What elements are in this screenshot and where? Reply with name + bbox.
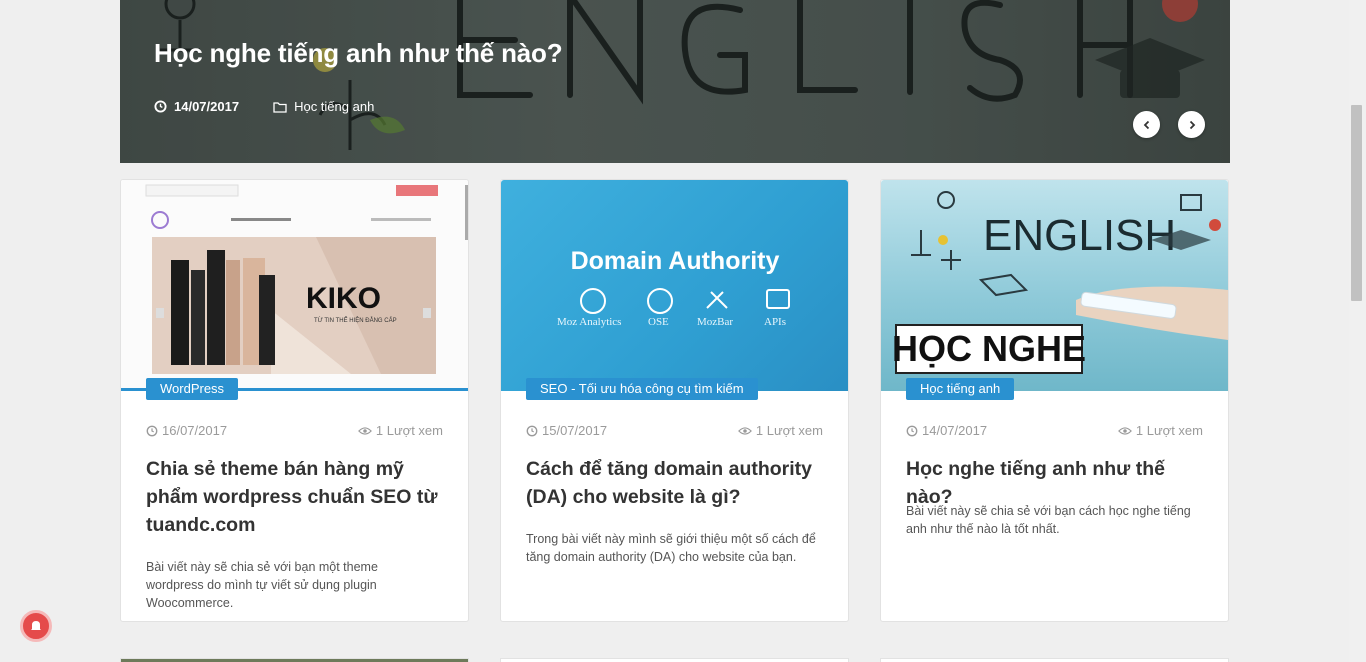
hero-date-text: 14/07/2017: [174, 99, 240, 114]
post-views: 1 Lượt xem: [737, 423, 823, 438]
post-thumbnail[interactable]: KIKO TỪ TIN THỂ HIỆN ĐẲNG CẤP: [121, 180, 468, 391]
scrollbar-thumb[interactable]: [1351, 105, 1362, 301]
next-post-card[interactable]: [880, 658, 1229, 662]
post-title[interactable]: Cách để tăng domain authority (DA) cho w…: [526, 455, 826, 511]
post-date-text: 15/07/2017: [542, 423, 608, 438]
post-card[interactable]: ENGLISH HỌC NGHE Học tiếng anh 14/07/201…: [880, 179, 1229, 622]
post-meta: 14/07/2017 1 Lượt xem: [906, 423, 1203, 438]
page-scrollbar[interactable]: [1349, 0, 1366, 662]
category-badge[interactable]: WordPress: [146, 378, 239, 400]
post-views: 1 Lượt xem: [357, 423, 443, 438]
eye-icon: [1117, 426, 1132, 435]
hero-meta: 14/07/2017 Học tiếng anh: [154, 99, 408, 114]
hero-category[interactable]: Học tiếng anh: [273, 99, 374, 114]
hero-title[interactable]: Học nghe tiếng anh như thế nào?: [154, 38, 563, 69]
chevron-right-icon: [1189, 120, 1195, 129]
post-excerpt: Bài viết này sẽ chia sẻ với bạn cách học…: [906, 504, 1191, 536]
post-views-text: 1 Lượt xem: [755, 423, 823, 438]
svg-text:ENGLISH: ENGLISH: [983, 211, 1176, 260]
post-date: 16/07/2017: [146, 423, 227, 438]
tool-label: MozBar: [697, 316, 734, 328]
clock-icon: [906, 425, 918, 436]
notification-bell-button[interactable]: [20, 610, 52, 642]
post-views-text: 1 Lượt xem: [375, 423, 443, 438]
featured-slider[interactable]: Học nghe tiếng anh như thế nào? 14/07/20…: [120, 0, 1230, 163]
bell-icon: [31, 621, 41, 631]
tool-label: OSE: [648, 316, 669, 328]
tool-label: APIs: [764, 316, 787, 328]
post-excerpt: Bài viết này sẽ chia sẻ với bạn một them…: [146, 560, 378, 610]
post-meta: 15/07/2017 1 Lượt xem: [526, 423, 823, 438]
next-post-card[interactable]: [120, 658, 469, 662]
folder-icon: [273, 101, 287, 113]
svg-text:HỌC NGHE: HỌC NGHE: [892, 328, 1086, 369]
post-date: 14/07/2017: [906, 423, 987, 438]
clock-icon: [146, 425, 158, 436]
svg-text:Domain Authority: Domain Authority: [571, 247, 780, 275]
english-learning-image: ENGLISH HỌC NGHE: [892, 191, 1228, 374]
post-views-text: 1 Lượt xem: [1135, 423, 1203, 438]
hero-overlay: [120, 0, 1230, 163]
chevron-left-icon: [1143, 120, 1149, 129]
post-excerpt: Trong bài viết này mình sẽ giới thiệu mộ…: [526, 532, 816, 564]
kiko-theme-screenshot: KIKO TỪ TIN THỂ HIỆN ĐẲNG CẤP: [121, 180, 468, 391]
next-post-card[interactable]: [500, 658, 849, 662]
svg-text:TỪ TIN THỂ HIỆN ĐẲNG CẤP: TỪ TIN THỂ HIỆN ĐẲNG CẤP: [314, 316, 397, 324]
clock-icon: [154, 100, 167, 113]
eye-icon: [357, 426, 372, 435]
slider-next-button[interactable]: [1178, 111, 1205, 138]
hero-date: 14/07/2017: [154, 99, 239, 114]
post-meta: 16/07/2017 1 Lượt xem: [146, 423, 443, 438]
hero-category-text[interactable]: Học tiếng anh: [294, 99, 374, 114]
category-badge[interactable]: SEO - Tối ưu hóa công cụ tìm kiếm: [526, 378, 758, 400]
category-badge[interactable]: Học tiếng anh: [906, 378, 1015, 400]
post-date: 15/07/2017: [526, 423, 607, 438]
post-title[interactable]: Chia sẻ theme bán hàng mỹ phẩm wordpress…: [146, 455, 446, 539]
post-views: 1 Lượt xem: [1117, 423, 1203, 438]
post-date-text: 16/07/2017: [162, 423, 228, 438]
domain-authority-image: Domain Authority: [571, 247, 790, 314]
post-thumbnail[interactable]: ENGLISH HỌC NGHE: [881, 180, 1228, 391]
svg-text:KIKO: KIKO: [306, 282, 381, 315]
post-date-text: 14/07/2017: [922, 423, 988, 438]
post-thumbnail[interactable]: Domain Authority Moz Analytics OSE MozBa…: [501, 180, 848, 391]
post-card[interactable]: Domain Authority Moz Analytics OSE MozBa…: [500, 179, 849, 622]
eye-icon: [737, 426, 752, 435]
post-card[interactable]: KIKO TỪ TIN THỂ HIỆN ĐẲNG CẤP WordPress …: [120, 179, 469, 622]
clock-icon: [526, 425, 538, 436]
slider-prev-button[interactable]: [1133, 111, 1160, 138]
tool-label: Moz Analytics: [557, 316, 622, 328]
